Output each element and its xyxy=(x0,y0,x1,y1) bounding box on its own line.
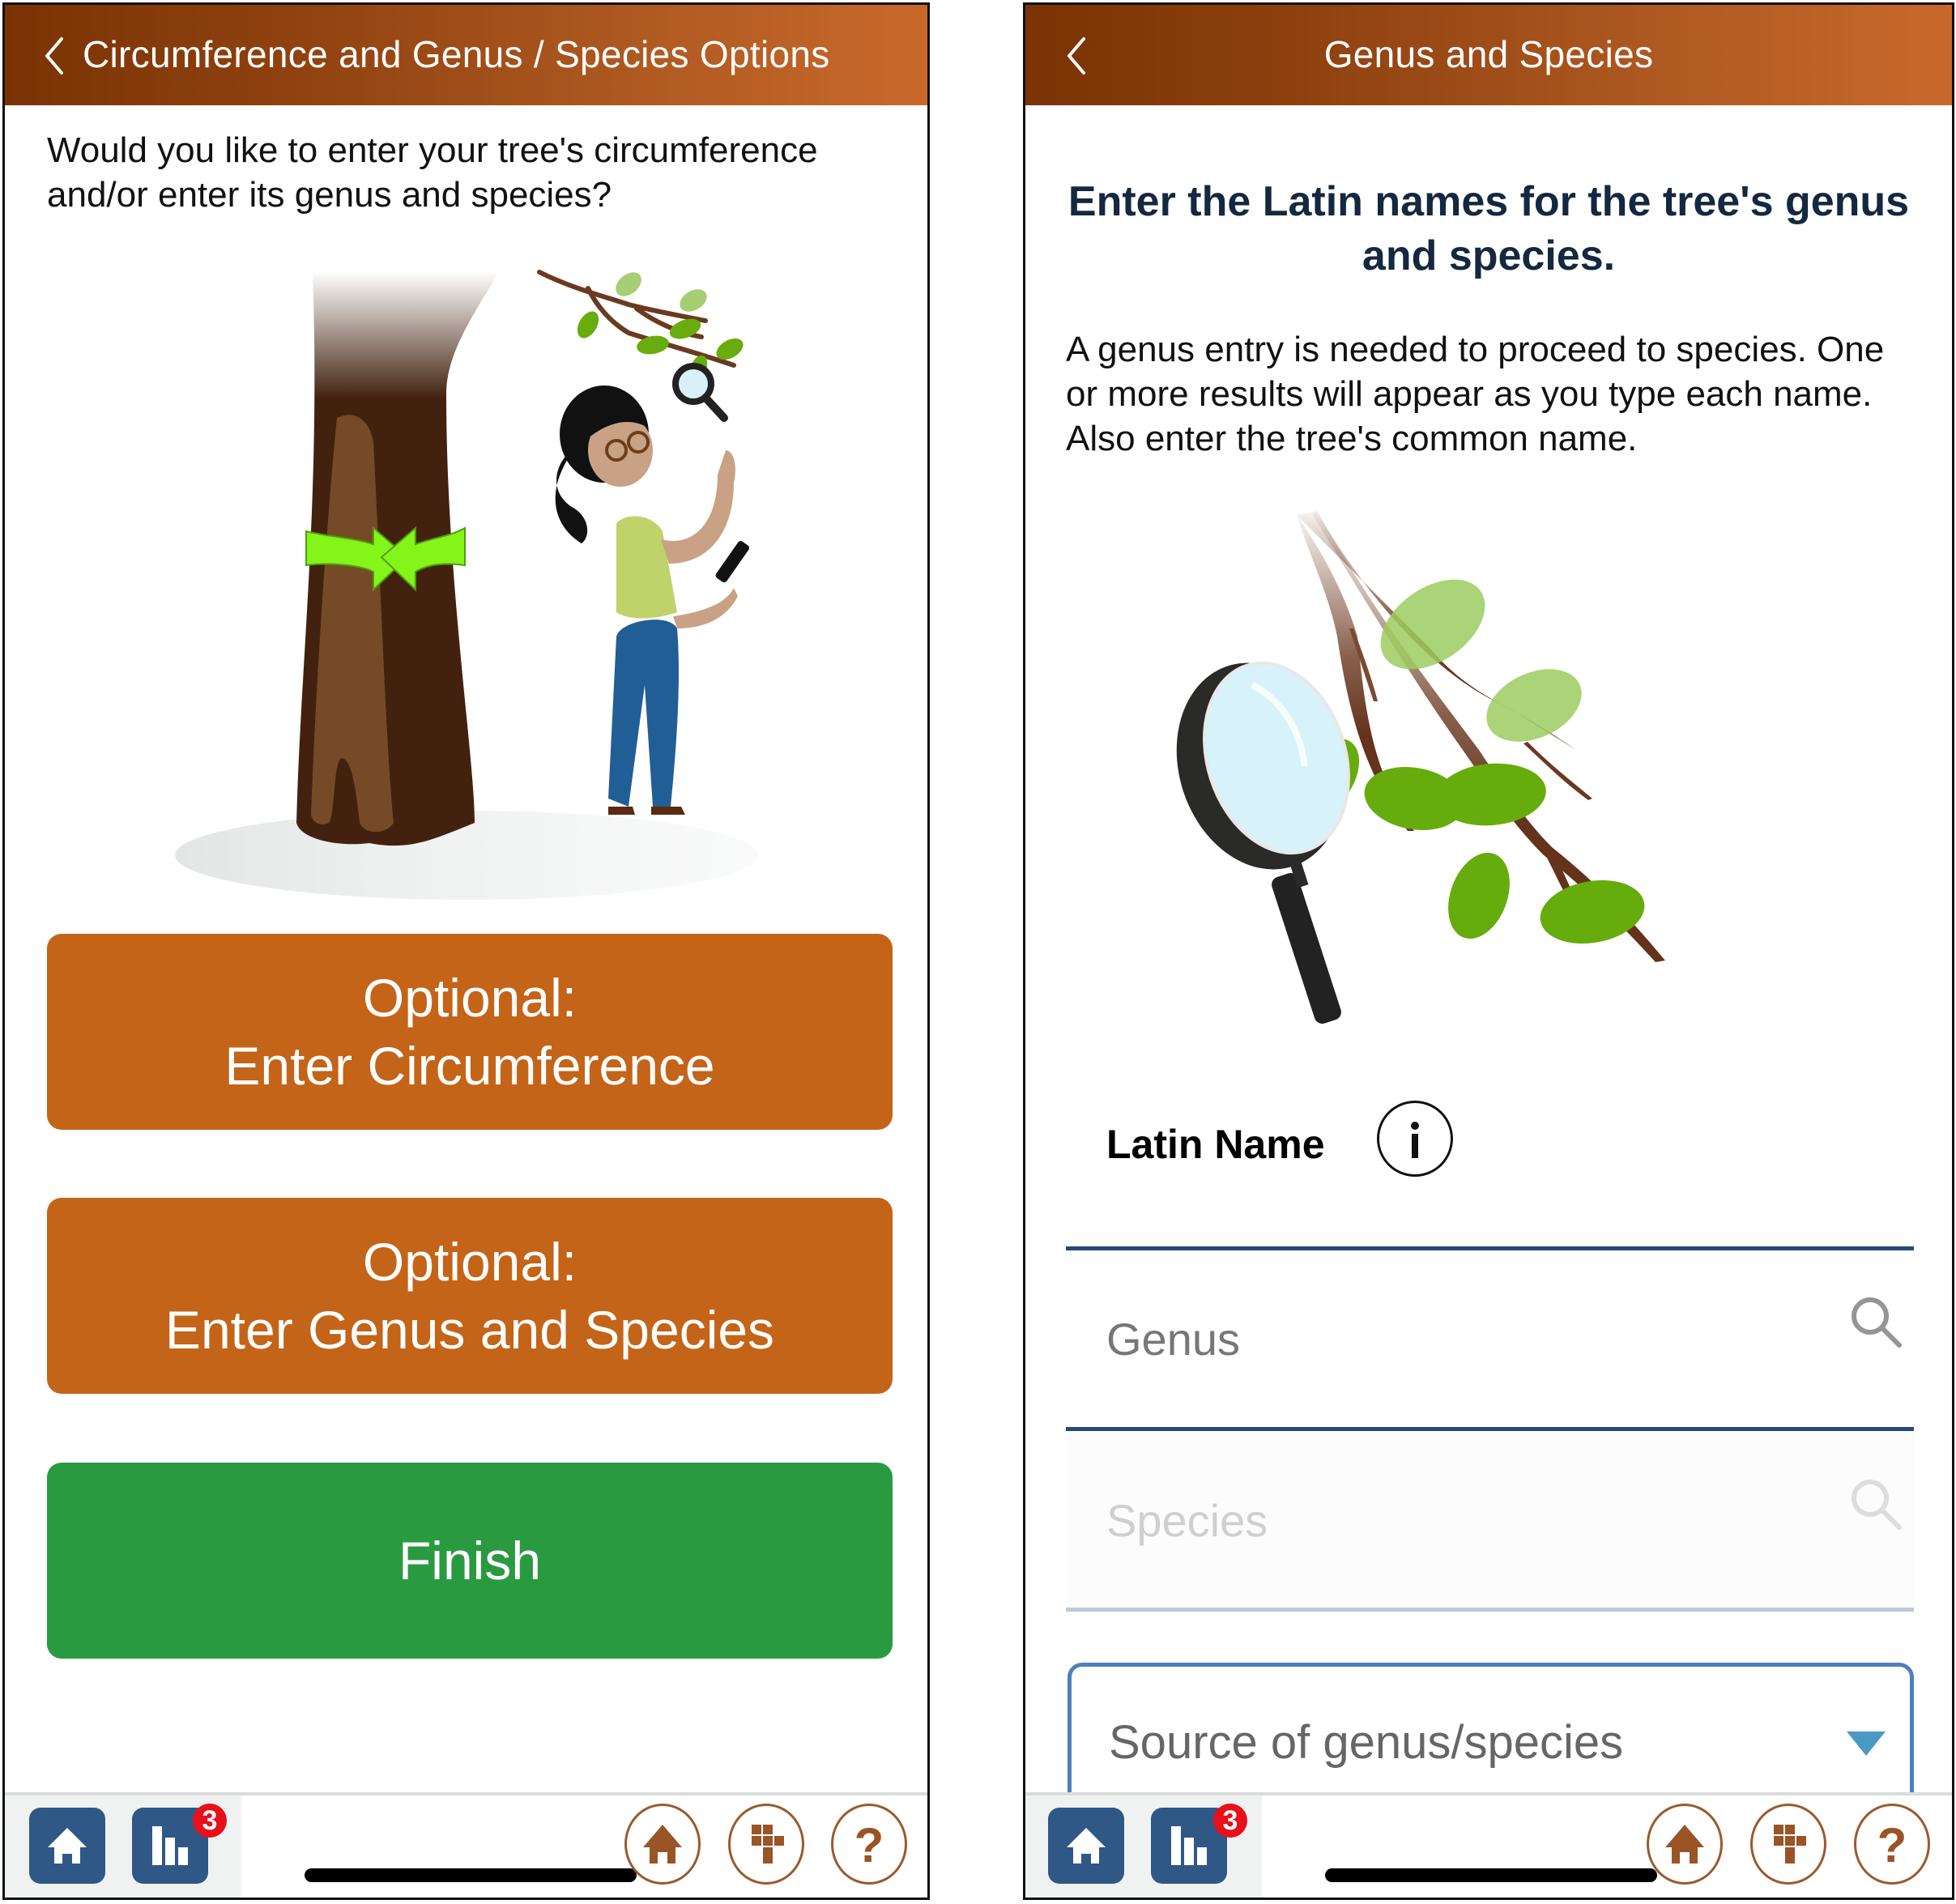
info-button[interactable] xyxy=(1377,1101,1453,1177)
dock-home-button[interactable] xyxy=(29,1808,105,1884)
enter-circumference-button[interactable]: Optional: Enter Circumference xyxy=(47,934,893,1130)
species-field[interactable]: Species xyxy=(1066,1431,1914,1613)
page-title: Circumference and Genus / Species Option… xyxy=(83,33,830,75)
button-line-1: Optional: xyxy=(362,1232,577,1292)
field-top-border xyxy=(1066,1246,1914,1250)
latin-name-label: Latin Name xyxy=(1106,1122,1325,1167)
genus-species-screen: Genus and Species Enter the Latin names … xyxy=(1023,2,1954,1900)
instructions-body: A genus entry is needed to proceed to sp… xyxy=(1066,330,1885,458)
magnifier-icon xyxy=(1176,661,1350,1024)
genus-input[interactable]: Genus xyxy=(1106,1313,1240,1365)
person-measuring-tree-illustration xyxy=(175,270,758,900)
page-title: Genus and Species xyxy=(1323,33,1654,75)
home-icon xyxy=(1665,1825,1704,1864)
branch-with-leaves xyxy=(537,270,744,384)
home-button[interactable] xyxy=(1647,1804,1723,1885)
home-button[interactable] xyxy=(624,1804,701,1885)
home-indicator[interactable] xyxy=(305,1868,637,1882)
home-icon xyxy=(48,1828,87,1864)
grid-menu-button[interactable] xyxy=(1750,1804,1826,1885)
leaf xyxy=(1448,852,1510,939)
dock: 3 xyxy=(1025,1795,1262,1898)
button-line-2: Enter Genus and Species xyxy=(164,1300,775,1360)
leaf xyxy=(1540,880,1645,944)
svg-text:?: ? xyxy=(1877,1820,1907,1868)
grid-menu-button[interactable] xyxy=(728,1804,804,1885)
genus-field[interactable]: Genus xyxy=(1066,1246,1914,1433)
source-dropdown-value: Source of genus/species xyxy=(1109,1716,1624,1769)
help-button[interactable]: ? xyxy=(831,1804,907,1885)
search-icon[interactable] xyxy=(1847,1293,1904,1350)
field-bottom-border xyxy=(1066,1608,1914,1612)
button-line-1: Optional: xyxy=(362,968,577,1028)
bottom-toolbar: 3 ? xyxy=(1025,1792,1952,1898)
info-icon xyxy=(1411,1122,1419,1158)
grid-icon xyxy=(752,1825,784,1864)
notification-badge: 3 xyxy=(1213,1804,1247,1838)
svg-text:?: ? xyxy=(854,1820,884,1868)
bar-chart-icon xyxy=(152,1826,188,1865)
caret-down-icon xyxy=(1847,1731,1886,1756)
button-label: Finish xyxy=(398,1531,542,1591)
grid-icon xyxy=(1774,1825,1806,1864)
home-icon xyxy=(643,1825,682,1864)
help-icon: ? xyxy=(854,1820,884,1868)
help-button[interactable]: ? xyxy=(1854,1804,1930,1885)
woman-figure xyxy=(555,363,750,815)
dock-home-button[interactable] xyxy=(1048,1808,1124,1884)
home-indicator[interactable] xyxy=(1325,1868,1657,1882)
home-icon xyxy=(1067,1828,1106,1864)
search-icon[interactable] xyxy=(1847,1476,1904,1532)
question-text: Would you like to enter your tree's circ… xyxy=(47,130,818,215)
dock: 3 xyxy=(5,1795,241,1898)
leaf xyxy=(1486,669,1582,742)
finish-button[interactable]: Finish xyxy=(47,1463,893,1659)
button-line-2: Enter Circumference xyxy=(224,1036,715,1096)
circumference-options-screen: Circumference and Genus / Species Option… xyxy=(2,2,930,1900)
app-header: Circumference and Genus / Species Option… xyxy=(5,5,927,105)
app-header: Genus and Species xyxy=(1025,5,1952,105)
bar-chart-icon xyxy=(1171,1826,1207,1865)
bottom-toolbar: 3 ? xyxy=(5,1792,927,1898)
help-icon: ? xyxy=(1877,1820,1907,1868)
enter-genus-species-button[interactable]: Optional: Enter Genus and Species xyxy=(47,1198,893,1394)
magnifier-and-branch-illustration xyxy=(1176,511,1665,1024)
species-input[interactable]: Species xyxy=(1106,1494,1268,1547)
chevron-left-icon xyxy=(45,37,63,75)
back-button[interactable] xyxy=(42,36,66,76)
instructions-heading: Enter the Latin names for the tree's gen… xyxy=(1067,178,1910,279)
notification-badge: 3 xyxy=(193,1804,227,1838)
